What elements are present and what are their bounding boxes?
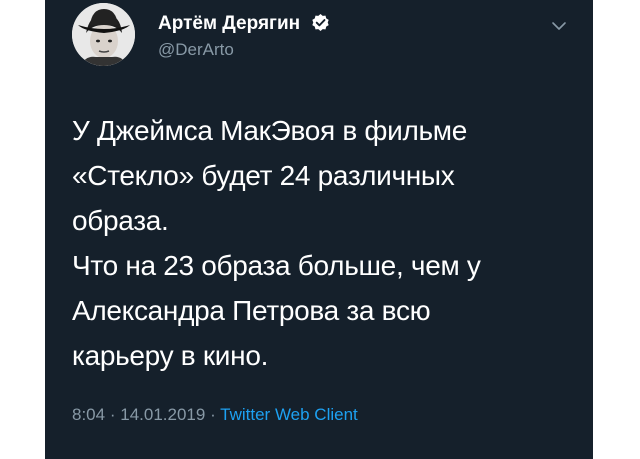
tweet-text-line: «Стекло» будет 24 различных: [72, 160, 455, 191]
tweet-text-line: образа.: [72, 205, 169, 236]
verified-badge-icon: [311, 13, 330, 38]
tweet-card: Артём Дерягин @DerArto У Джеймса МакЭвоя…: [45, 0, 593, 459]
avatar-image: [72, 3, 135, 66]
author-handle[interactable]: @DerArto: [158, 40, 234, 60]
meta-separator: ·: [109, 405, 116, 424]
tweet-text-line: Александра Петрова за всю: [72, 295, 431, 326]
author-name[interactable]: Артём Дерягин: [158, 13, 330, 38]
tweet-source-link[interactable]: Twitter Web Client: [220, 405, 358, 424]
tweet-date[interactable]: 14.01.2019: [120, 405, 205, 424]
tweet-text: У Джеймса МакЭвоя в фильме «Стекло» буде…: [72, 108, 587, 378]
meta-separator: ·: [210, 405, 216, 424]
chevron-down-icon[interactable]: [549, 19, 569, 33]
avatar[interactable]: [72, 3, 135, 66]
tweet-text-line: карьеру в кино.: [72, 340, 269, 371]
tweet-text-line: Что на 23 образа больше, чем у: [72, 250, 481, 281]
tweet-meta: 8:04 · 14.01.2019 · Twitter Web Client: [72, 405, 358, 425]
author-name-text: Артём Дерягин: [158, 13, 301, 34]
tweet-text-line: У Джеймса МакЭвоя в фильме: [72, 115, 468, 146]
tweet-time[interactable]: 8:04: [72, 405, 105, 424]
